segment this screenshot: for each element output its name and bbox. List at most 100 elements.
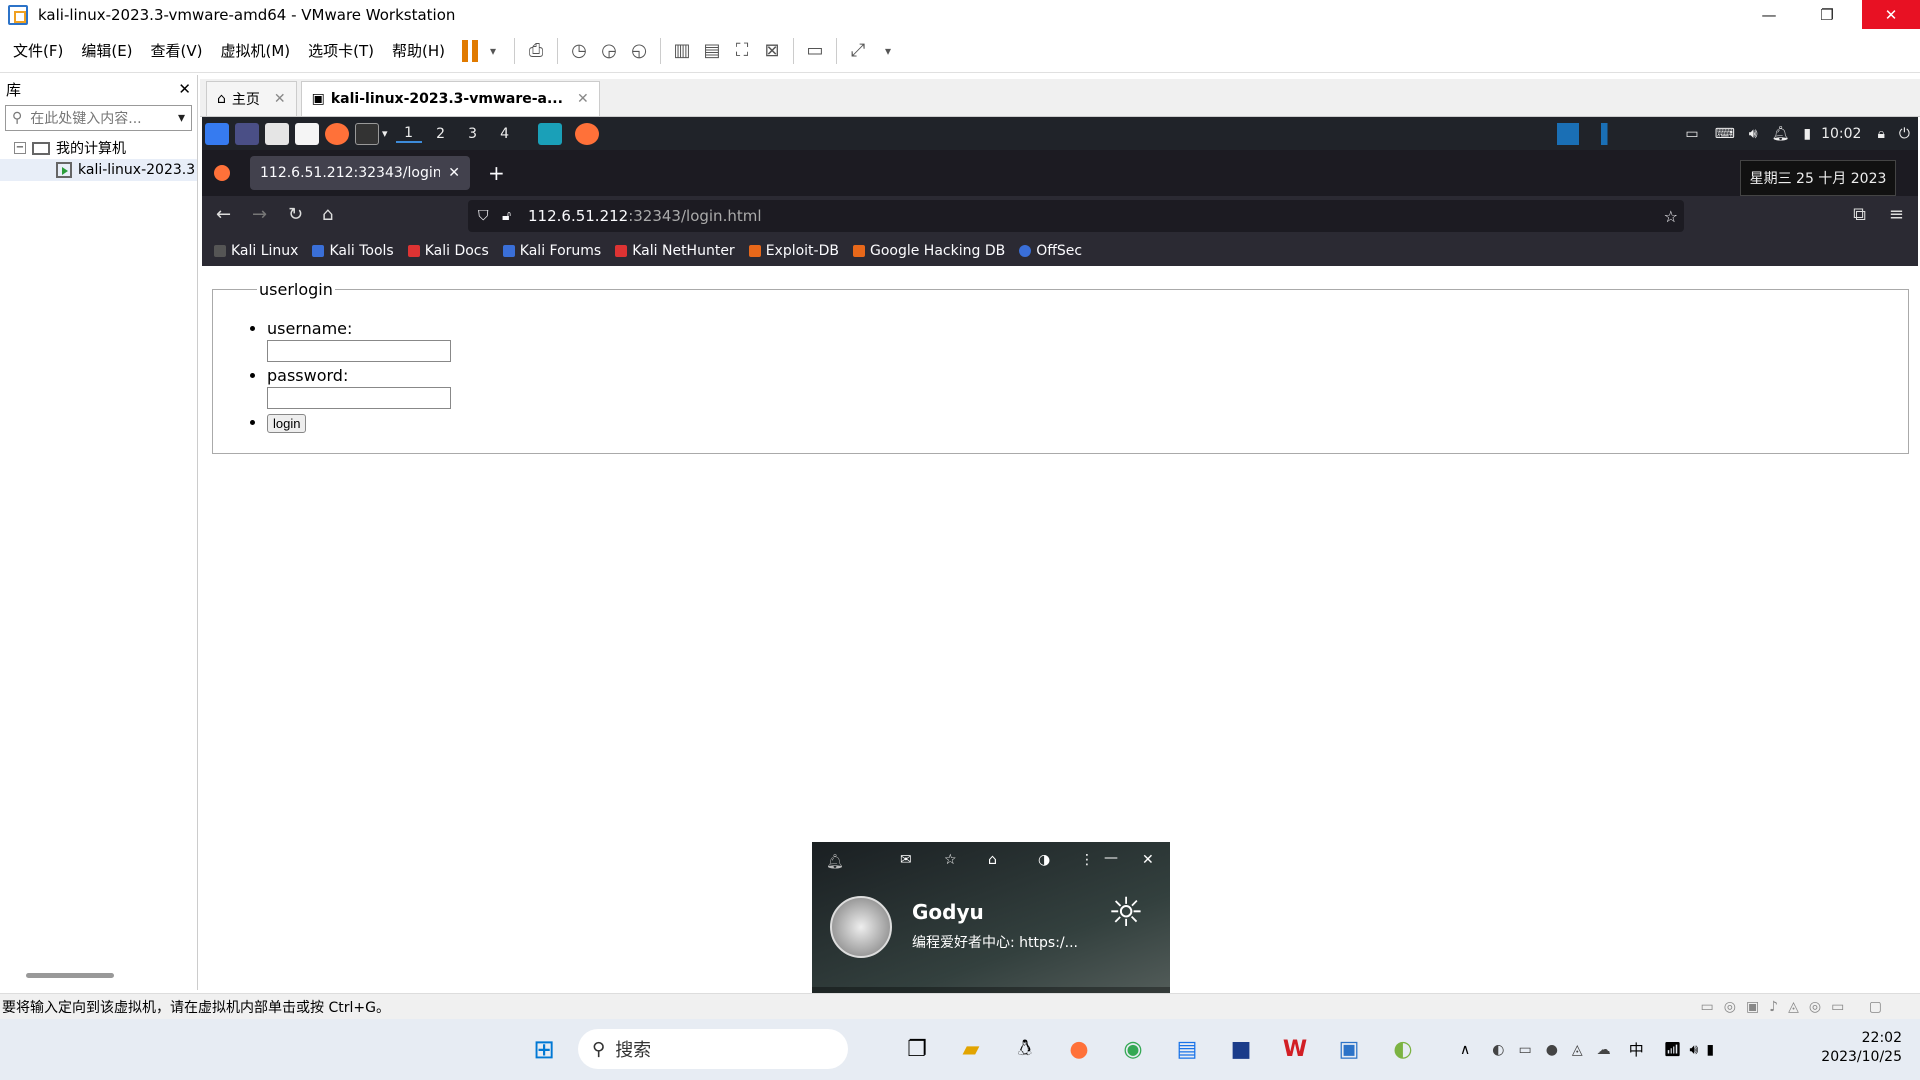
fullscreen-icon[interactable]: ⛶ xyxy=(727,36,757,66)
vmware-icon[interactable]: ▣ xyxy=(1329,1030,1369,1070)
tab-home[interactable]: ⌂ 主页 ✕ xyxy=(206,81,297,116)
workspace-1[interactable]: 1 xyxy=(395,125,422,143)
login-button[interactable]: login xyxy=(267,414,307,433)
minimize-icon[interactable]: — xyxy=(1104,850,1118,866)
taskbar-search-input[interactable]: ⚲ 搜索 xyxy=(578,1029,848,1069)
battery-icon[interactable]: ▮ xyxy=(1803,126,1811,142)
menu-edit[interactable]: 编辑(E) xyxy=(72,40,141,61)
volume-icon[interactable]: 🔊︎ xyxy=(1749,126,1758,142)
browser-tab[interactable]: 112.6.51.212:32343/login.htm ✕ xyxy=(250,156,470,190)
show-library-icon[interactable]: ▥ xyxy=(667,36,697,66)
qq-signature[interactable]: 编程爱好者中心: https:/... xyxy=(912,932,1078,952)
mail-icon[interactable]: ✉ xyxy=(900,852,912,868)
bell-icon[interactable]: 🔔︎ xyxy=(826,854,844,870)
kali-menu-icon[interactable] xyxy=(205,122,229,145)
close-icon[interactable]: ✕ xyxy=(577,91,589,107)
show-desktop-icon[interactable] xyxy=(235,122,259,145)
file-manager-icon[interactable] xyxy=(265,122,289,145)
theme-icon[interactable]: ◑ xyxy=(1038,852,1050,868)
firefox-window-icon[interactable] xyxy=(574,122,599,145)
power-icon[interactable]: ⏻ xyxy=(1899,126,1910,142)
close-icon[interactable]: ✕ xyxy=(1142,852,1154,868)
text-editor-icon[interactable] xyxy=(295,122,319,145)
chevron-down-icon[interactable]: ▾ xyxy=(873,36,903,66)
shield-icon[interactable]: ⛉ xyxy=(478,208,489,224)
console-view-icon[interactable]: ▭ xyxy=(800,36,830,66)
hamburger-menu-icon[interactable]: ≡ xyxy=(1889,204,1904,225)
screen-icon[interactable]: ▭ xyxy=(1685,126,1698,142)
task-view-icon[interactable]: ❐ xyxy=(897,1030,937,1070)
send-keys-icon[interactable]: ⎙ xyxy=(521,36,551,66)
weather-sun-icon[interactable]: ☼ xyxy=(1108,890,1144,936)
extensions-icon[interactable]: ⧉ xyxy=(1853,204,1866,225)
chrome-icon[interactable]: ◉ xyxy=(1113,1030,1153,1070)
terminal-icon[interactable] xyxy=(355,122,379,145)
volume-icon[interactable]: 🔊︎ xyxy=(1689,1042,1698,1058)
keyboard-icon[interactable]: ⌨ xyxy=(1715,126,1735,142)
tray-icons[interactable]: ◐▭●◬☁ xyxy=(1492,1042,1624,1058)
bookmark-star-icon[interactable]: ☆ xyxy=(1664,207,1678,226)
pause-icon[interactable] xyxy=(462,39,479,62)
tree-item-kali-vm[interactable]: kali-linux-2023.3 xyxy=(0,159,197,181)
library-search-input[interactable]: ⚲ 在此处键入内容... ▾ xyxy=(5,105,192,131)
firefox-view-icon[interactable] xyxy=(214,165,230,181)
workspace-3[interactable]: 3 xyxy=(460,126,486,142)
forward-icon[interactable]: → xyxy=(252,204,267,225)
bookmark-kali-docs[interactable]: Kali Docs xyxy=(407,243,489,259)
tab-kali-vm[interactable]: ▣ kali-linux-2023.3-vmware-a... ✕ xyxy=(300,81,600,116)
device-icons[interactable]: ▭◎▣♪◬◎▭ ▢ xyxy=(1701,999,1893,1015)
reload-icon[interactable]: ↻ xyxy=(288,204,303,225)
menu-tabs[interactable]: 选项卡(T) xyxy=(299,40,383,61)
taskbar-clock[interactable]: 22:02 2023/10/25 xyxy=(1821,1029,1902,1067)
bookmark-exploit-db[interactable]: Exploit-DB xyxy=(748,243,839,259)
menu-file[interactable]: 文件(F) xyxy=(4,40,72,61)
bookmark-offsec[interactable]: OffSec xyxy=(1019,243,1082,259)
workspace-4[interactable]: 4 xyxy=(492,126,518,142)
bookmark-google-hacking-db[interactable]: Google Hacking DB xyxy=(852,243,1005,259)
qq-icon[interactable]: 🐧︎ xyxy=(1005,1030,1045,1070)
wps-icon[interactable]: W xyxy=(1275,1030,1315,1070)
snapshot-manager-icon[interactable]: ◵ xyxy=(624,36,654,66)
qq-panel[interactable]: 🔔︎ ✉ ☆ ⌂ ◑ ⋮ — ✕ Godyu 编程爱好者中心: https:/.… xyxy=(812,842,1170,1017)
bell-icon[interactable]: 🔔︎ xyxy=(1772,126,1790,142)
star-icon[interactable]: ☆ xyxy=(944,852,957,868)
lock-icon[interactable]: 🔒︎ xyxy=(1877,126,1884,142)
home-icon[interactable]: ⌂ xyxy=(322,204,333,225)
panel-clock[interactable]: 10:02 xyxy=(1821,126,1861,142)
menu-view[interactable]: 查看(V) xyxy=(142,40,212,61)
close-icon[interactable]: ✕ xyxy=(178,80,191,98)
thumbnail-bar-icon[interactable]: ▤ xyxy=(697,36,727,66)
unity-icon[interactable]: ⊠ xyxy=(757,36,787,66)
lock-icon[interactable]: 🔓︎ xyxy=(502,208,511,224)
menu-vm[interactable]: 虚拟机(M) xyxy=(212,40,300,61)
firefox-icon[interactable] xyxy=(325,122,349,145)
qq-nickname[interactable]: Godyu xyxy=(912,900,984,924)
close-icon[interactable]: ✕ xyxy=(274,91,286,107)
new-tab-button[interactable]: + xyxy=(488,161,505,185)
collapse-toggle[interactable]: − xyxy=(14,142,26,154)
network-icon[interactable]: 📶︎ xyxy=(1664,1042,1682,1058)
username-field[interactable] xyxy=(267,340,451,362)
avatar[interactable] xyxy=(830,896,892,958)
chevron-down-icon[interactable]: ▾ xyxy=(478,36,508,66)
snapshot-icon[interactable]: ◷ xyxy=(564,36,594,66)
bookmark-kali-nethunter[interactable]: Kali NetHunter xyxy=(615,243,735,259)
workspace-2[interactable]: 2 xyxy=(428,126,454,142)
stretch-view-icon[interactable]: ⤢ xyxy=(843,36,873,66)
app-icon[interactable]: ◐ xyxy=(1383,1030,1423,1070)
menu-help[interactable]: 帮助(H) xyxy=(383,40,454,61)
minimize-button[interactable]: — xyxy=(1740,0,1798,29)
dev-cpp-icon[interactable]: ■ xyxy=(1221,1030,1261,1070)
close-button[interactable]: ✕ xyxy=(1862,0,1920,29)
notepad-icon[interactable]: ▤ xyxy=(1167,1030,1207,1070)
chevron-down-icon[interactable]: ▾ xyxy=(178,110,185,126)
chevron-down-icon[interactable]: ▾ xyxy=(382,127,388,140)
restore-button[interactable]: ❐ xyxy=(1798,0,1856,29)
firefox-icon[interactable]: ● xyxy=(1059,1030,1099,1070)
password-field[interactable] xyxy=(267,387,451,409)
battery-icon[interactable]: ▮ xyxy=(1706,1042,1714,1058)
revert-snapshot-icon[interactable]: ◶ xyxy=(594,36,624,66)
ime-indicator[interactable]: 中 xyxy=(1629,1039,1644,1060)
windows-start-icon[interactable]: ⊞ xyxy=(524,1030,564,1070)
file-explorer-icon[interactable]: ▰ xyxy=(951,1030,991,1070)
